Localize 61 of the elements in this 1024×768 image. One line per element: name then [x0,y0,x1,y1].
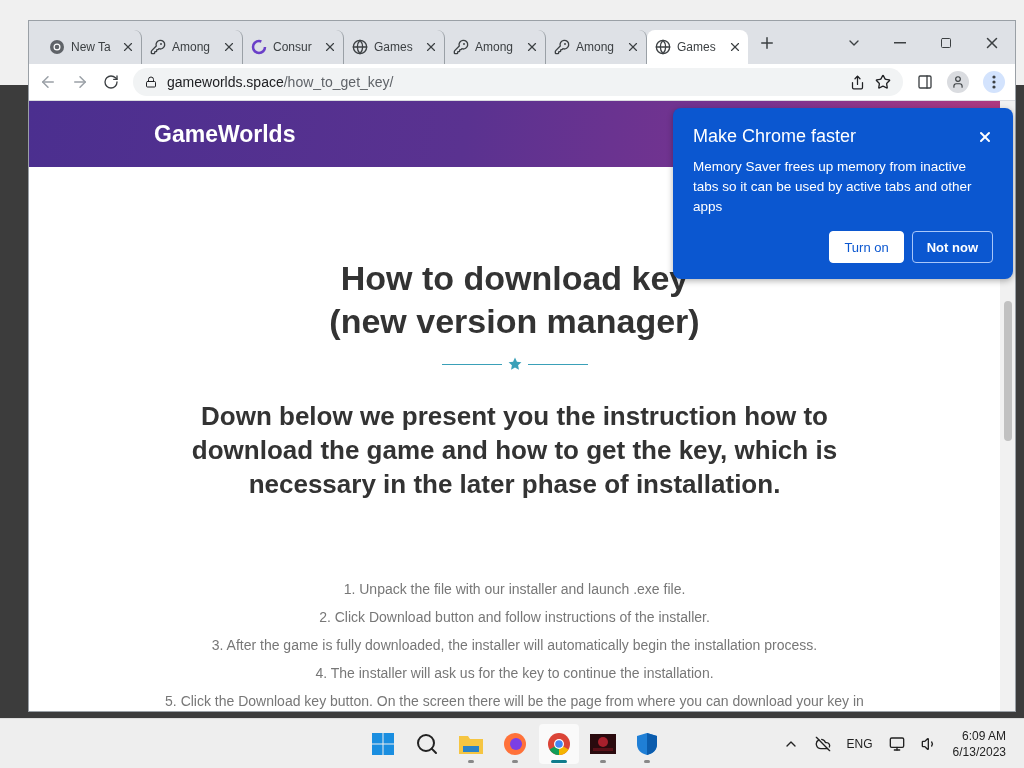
cloud-off-icon[interactable] [814,735,831,752]
star-icon [507,357,522,371]
browser-tab[interactable]: Among [445,30,546,64]
profile-button[interactable] [947,71,969,93]
minimize-icon [894,41,906,44]
key-icon [453,39,469,55]
bubble-title: Make Chrome faster [693,126,857,147]
search-icon [415,732,439,756]
globe-icon [655,39,671,55]
bookmark-star-icon[interactable] [875,74,891,90]
side-panel-button[interactable] [917,74,933,90]
instruction-step: 2. Click Download button and follow instructions of the installer. [319,607,710,627]
back-button[interactable] [39,73,57,91]
key-icon [150,39,166,55]
close-icon[interactable] [728,40,742,54]
globe-icon [352,39,368,55]
instruction-step: 4. The installer will ask us for the key to continue the installation. [315,663,714,683]
clock[interactable]: 6:09 AM 6/13/2023 [952,728,1006,759]
lock-icon [145,76,157,88]
intro-heading: Down below we present you the instruction how to download the game and how to get the key, which is necessary in the later phase of installation. [190,400,839,501]
instruction-step: 1. Unpack the file with our installer and launch .exe file. [343,579,686,599]
close-icon[interactable] [525,40,539,54]
key-icon [554,39,570,55]
bubble-text: Memory Saver frees up memory from inactive tabs so it can be used by active tabs and other apps [693,158,973,216]
maximize-icon [940,36,952,49]
side-panel-icon [917,74,933,90]
reload-icon [103,74,119,90]
browser-tab[interactable]: Games [344,30,445,64]
windows-logo-icon [371,732,395,756]
share-icon[interactable] [850,74,865,90]
url-text: gameworlds.space/how_to_get_key/ [167,74,394,90]
forward-button[interactable] [71,73,89,91]
ring-icon [251,39,267,55]
close-icon[interactable] [323,40,337,54]
instruction-step: 3. After the game is fully downloaded, the installer will automatically begin the installation process. [211,635,818,655]
browser-tab[interactable]: New Ta [41,30,142,64]
close-icon[interactable] [121,40,135,54]
close-icon[interactable] [424,40,438,54]
menu-button[interactable] [983,71,1005,93]
browser-tab[interactable]: Among [142,30,243,64]
instruction-step: 5. Click the Download key button. On the screen there will be the page from where you can download your key in [165,691,864,711]
address-bar[interactable]: gameworlds.space/how_to_get_key/ [133,68,903,96]
network-icon[interactable] [888,735,905,752]
browser-tab[interactable]: Consur [243,30,344,64]
folder-icon [458,733,484,755]
browser-logo-icon [49,39,65,55]
close-icon[interactable] [626,40,640,54]
site-logo[interactable]: GameWorlds [154,120,296,148]
forward-arrow-icon [71,73,89,91]
browser-tab[interactable]: Games [647,30,748,64]
bubble-button[interactable]: Turn on [829,231,904,263]
menu-icon [992,75,996,89]
fox-globe-icon [503,732,527,756]
game-cover-icon [590,734,616,754]
person-icon [951,75,965,89]
reload-button[interactable] [103,74,119,90]
close-icon[interactable] [222,40,236,54]
language-indicator[interactable]: ENG [846,736,873,751]
shield-icon [636,732,658,756]
browser-logo-icon [547,732,571,756]
bubble-button[interactable]: Not now [911,231,993,263]
